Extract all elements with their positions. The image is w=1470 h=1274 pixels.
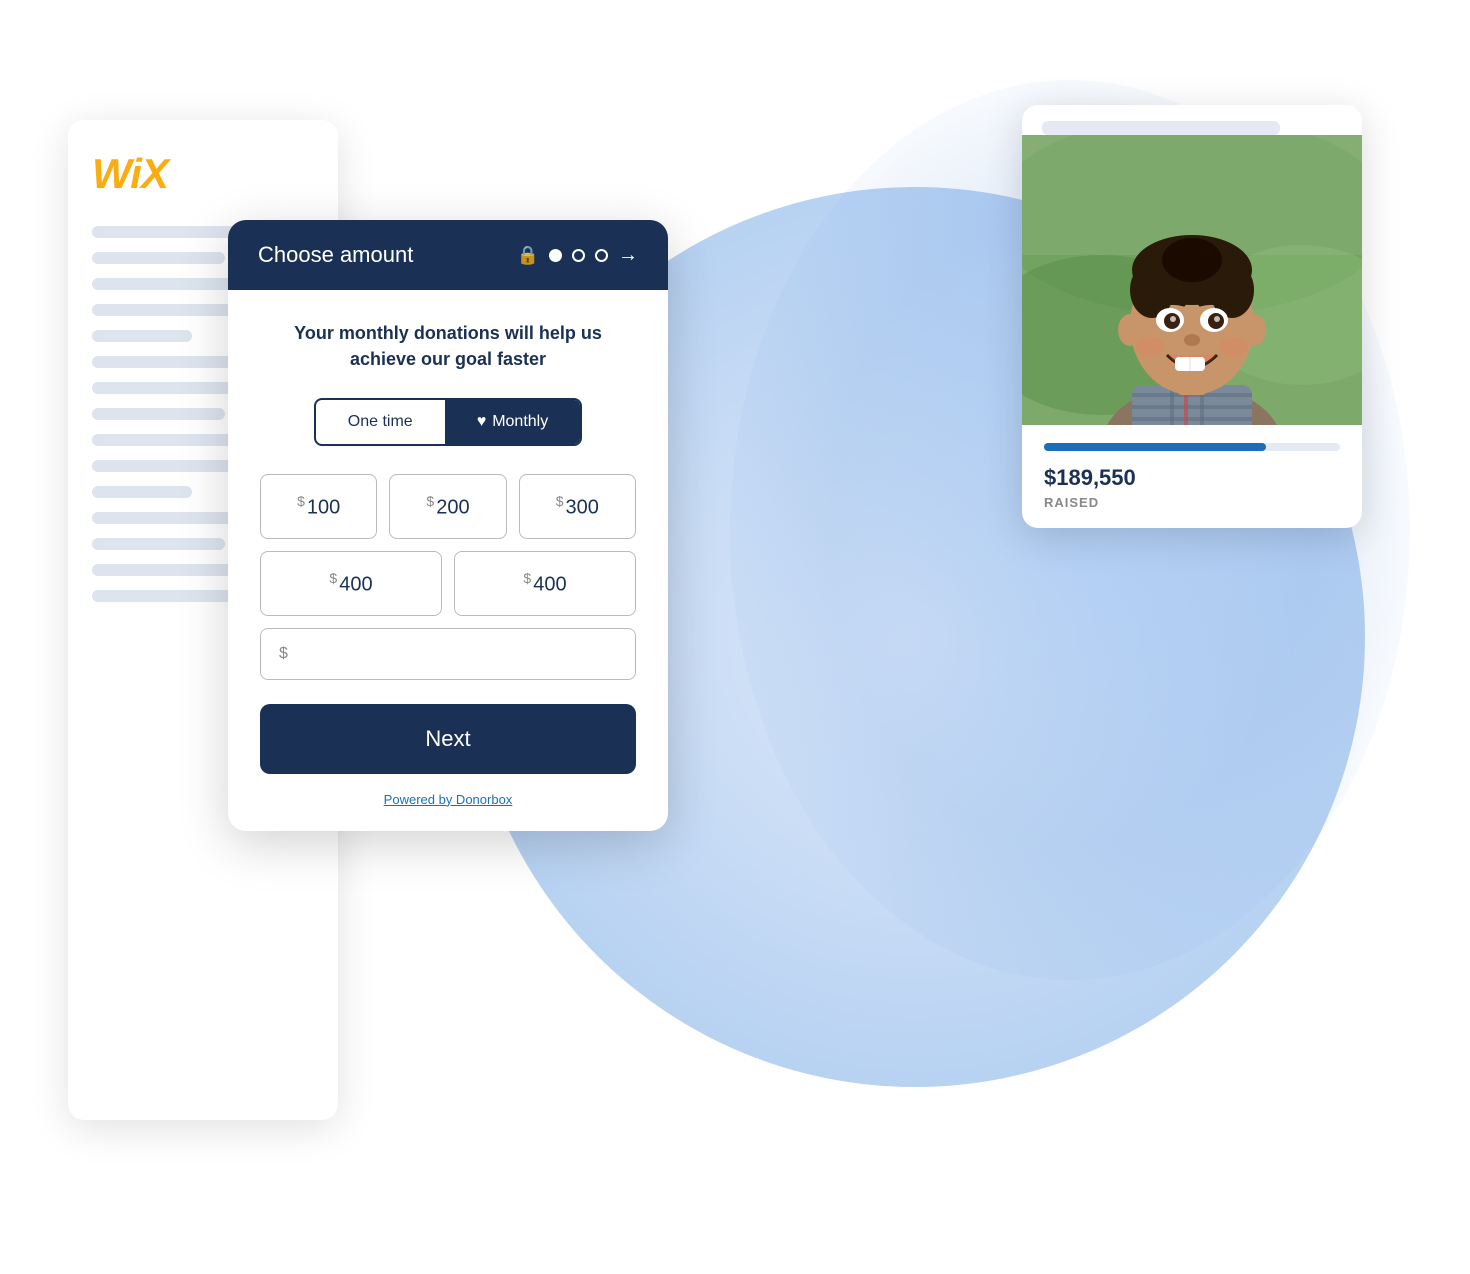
frequency-toggle: One time ♥Monthly <box>314 398 582 446</box>
donation-tagline: Your monthly donations will help us achi… <box>260 320 636 372</box>
editor-line <box>92 330 192 342</box>
currency-symbol: $ <box>279 645 288 663</box>
editor-line <box>92 486 192 498</box>
one-time-button[interactable]: One time <box>316 400 445 444</box>
editor-line <box>92 408 225 420</box>
amount-button-100[interactable]: $100 <box>260 474 377 539</box>
lock-icon: 🔒 <box>517 245 539 266</box>
amount-grid-row2: $400 $400 <box>260 551 636 616</box>
currency-symbol: $ <box>329 570 337 586</box>
progress-bar-fill <box>1044 443 1266 451</box>
step-dot-1 <box>549 249 562 262</box>
progress-section: $189,550 RAISED <box>1022 425 1362 528</box>
fundraiser-image <box>1022 135 1362 425</box>
monthly-button[interactable]: ♥Monthly <box>445 400 581 444</box>
editor-line <box>92 252 225 264</box>
donation-widget-card: Choose amount 🔒 → Your monthly donations… <box>228 220 668 831</box>
amount-button-300[interactable]: $300 <box>519 474 636 539</box>
progress-bar-background <box>1044 443 1340 451</box>
raised-label: RAISED <box>1044 495 1340 510</box>
fundraiser-top-bar <box>1042 121 1280 135</box>
custom-amount-input[interactable] <box>296 645 617 663</box>
amount-button-400a[interactable]: $400 <box>260 551 442 616</box>
arrow-right-icon: → <box>618 244 638 267</box>
custom-amount-input-wrap: $ <box>260 628 636 680</box>
widget-title: Choose amount <box>258 242 499 268</box>
next-button[interactable]: Next <box>260 704 636 774</box>
currency-symbol: $ <box>426 493 434 509</box>
amount-button-200[interactable]: $200 <box>389 474 506 539</box>
currency-symbol: $ <box>297 493 305 509</box>
fundraiser-card: $189,550 RAISED <box>1022 105 1362 528</box>
card-header: Choose amount 🔒 → <box>228 220 668 290</box>
powered-by-link[interactable]: Powered by Donorbox <box>260 792 636 807</box>
editor-line <box>92 538 225 550</box>
step-dot-2 <box>572 249 585 262</box>
header-icons: 🔒 → <box>517 244 638 267</box>
step-dot-3 <box>595 249 608 262</box>
raised-amount: $189,550 <box>1044 465 1340 491</box>
currency-symbol: $ <box>556 493 564 509</box>
amount-grid-row1: $100 $200 $300 <box>260 474 636 539</box>
card-body: Your monthly donations will help us achi… <box>228 290 668 831</box>
currency-symbol: $ <box>523 570 531 586</box>
heart-icon: ♥ <box>477 413 487 430</box>
boy-portrait-svg <box>1022 135 1362 425</box>
amount-button-400b[interactable]: $400 <box>454 551 636 616</box>
wix-logo: WiX <box>92 150 314 198</box>
